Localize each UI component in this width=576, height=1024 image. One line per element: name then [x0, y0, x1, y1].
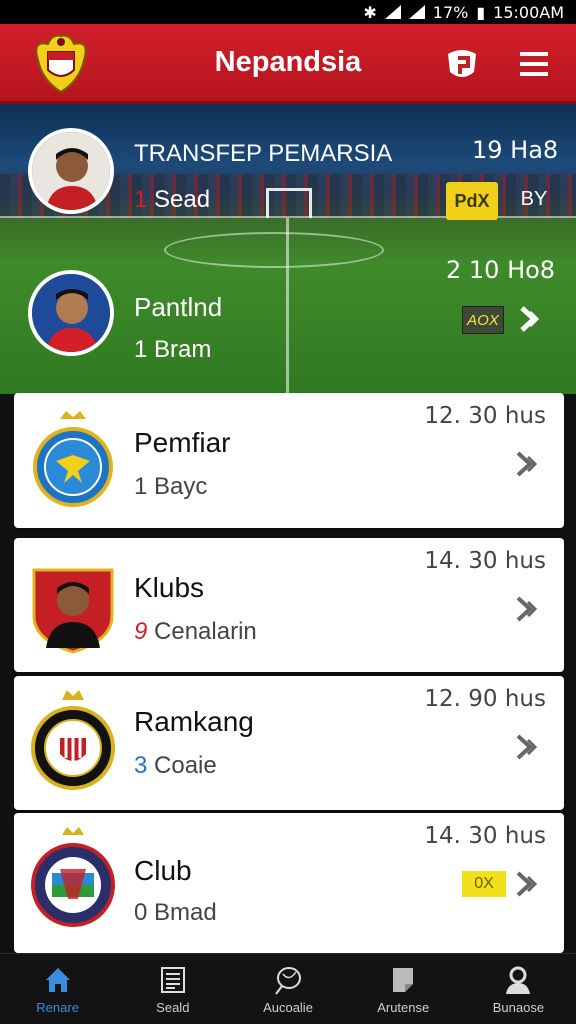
battery-level: 17% [432, 2, 469, 22]
club-sub: 1 Bayc [134, 473, 207, 501]
club-crest [31, 690, 115, 790]
hero-item-num: 1 [134, 186, 148, 213]
shield-flag-icon[interactable] [442, 44, 482, 84]
hero-item-title: Pantlnd [134, 292, 223, 322]
club-time: 14. 30 hus [424, 823, 546, 849]
club-sub-text: Cenalarin [154, 618, 257, 645]
hero-item-sub-text: Bram [154, 336, 212, 363]
hero-item-num: 1 [134, 336, 148, 363]
club-name: Ramkang [134, 706, 254, 737]
home-icon [45, 968, 70, 992]
chevron-right-icon[interactable] [514, 732, 544, 762]
app-header: Nepandsia [0, 24, 576, 104]
nav-item-documents[interactable]: Arutense [346, 954, 461, 1024]
nav-item-label: Seald [156, 1000, 190, 1015]
battery-icon: ▮ [476, 2, 486, 22]
nav-item-profile[interactable]: Bunaose [461, 954, 576, 1024]
hero-item-badge2: BY [520, 188, 548, 210]
hero-item-title: TRANSFEP PEMARSIA [134, 140, 393, 167]
chevron-right-icon[interactable] [514, 869, 544, 899]
club-name: Klubs [134, 572, 205, 603]
club-sub: 9 Cenalarin [134, 618, 257, 646]
player-photo [32, 132, 110, 210]
bottom-nav: Renare Seald Aucoalie Arutense Bunaose [0, 953, 576, 1024]
club-time: 12. 30 hus [424, 403, 546, 429]
club-sub-num: 9 [134, 618, 148, 645]
chevron-right-icon[interactable] [514, 594, 544, 624]
ball-icon [275, 967, 301, 995]
list-item[interactable]: Pemfiar 1 Bayc 12. 30 hus [14, 393, 564, 528]
app-title: Nepandsia [214, 46, 362, 78]
nav-item-label: Bunaose [492, 1000, 545, 1015]
club-tag[interactable]: 0X [462, 871, 506, 897]
goal [266, 188, 312, 218]
hero-item-sub-text: Sead [154, 186, 211, 213]
club-name: Pemfiar [134, 427, 231, 458]
club-time: 14. 30 hus [424, 548, 546, 574]
news-icon [160, 967, 185, 993]
club-sub-num: 0 [134, 899, 148, 926]
center-circle [164, 232, 384, 268]
signal-icon [408, 5, 425, 19]
hero-item-time: 19 Ha8 [472, 136, 559, 164]
club-crest [33, 411, 113, 507]
nav-item-matches[interactable]: Aucoalie [230, 954, 345, 1024]
club-sub: 0 Bmad [134, 899, 217, 927]
list-item[interactable]: Klubs 9 Cenalarin 14. 30 hus [14, 538, 564, 672]
club-sub-text: Bayc [154, 473, 208, 500]
club-sub-text: Bmad [154, 899, 217, 926]
nav-item-label: Arutense [377, 1000, 430, 1015]
status-bar: ✱ 17% ▮ 15:00AM [0, 0, 576, 24]
club-sub-num: 3 [134, 752, 148, 779]
hero-item-badge[interactable]: PdX [446, 182, 498, 220]
profile-icon [506, 966, 531, 994]
club-sub-text: Coaie [154, 752, 217, 779]
menu-icon[interactable] [516, 44, 556, 84]
list-item[interactable]: Ramkang 3 Coaie 12. 90 hus [14, 676, 564, 810]
bluetooth-icon: ✱ [363, 2, 377, 22]
nav-item-label: Renare [36, 1000, 79, 1015]
nav-item-label: Aucoalie [263, 1000, 313, 1015]
club-crest [31, 827, 115, 927]
nav-item-home[interactable]: Renare [0, 954, 115, 1024]
club-crest [32, 568, 114, 654]
club-name: Club [134, 855, 192, 886]
document-icon [393, 968, 414, 992]
chevron-right-icon[interactable] [514, 302, 548, 336]
hero-item-badge[interactable]: AOX [462, 306, 504, 334]
nav-item-news[interactable]: Seald [115, 954, 230, 1024]
avatar[interactable] [28, 270, 114, 356]
hero-item-sub: 1 Sead [134, 186, 210, 214]
clock: 15:00AM [493, 2, 564, 22]
featured-section: TRANSFEP PEMARSIA 1 Sead 19 Ha8 PdX BY P… [0, 104, 576, 394]
club-time: 12. 90 hus [424, 686, 546, 712]
list-item[interactable]: Club 0 Bmad 14. 30 hus 0X [14, 813, 564, 953]
hero-item-sub: 1 Bram [134, 336, 211, 364]
player-photo [32, 274, 110, 352]
signal-icon [384, 5, 401, 19]
avatar[interactable] [28, 128, 114, 214]
chevron-right-icon[interactable] [514, 449, 544, 479]
hero-item-time: 2 10 Ho8 [446, 256, 556, 284]
club-sub: 3 Coaie [134, 752, 217, 780]
club-sub-num: 1 [134, 473, 148, 500]
